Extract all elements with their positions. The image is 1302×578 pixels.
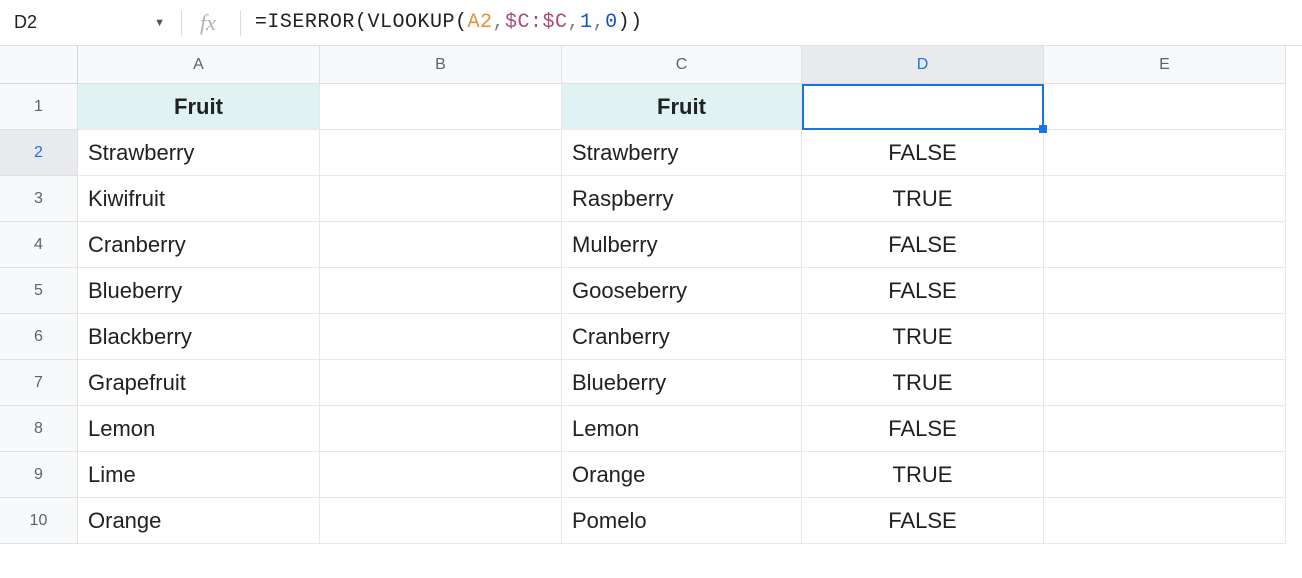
formula-bar: D2 ▼ fx =ISERROR(VLOOKUP(A2,$C:$C,1,0)) <box>0 0 1302 46</box>
divider <box>240 10 241 36</box>
cell-C3[interactable]: Raspberry <box>562 176 802 222</box>
spreadsheet-grid[interactable]: A B C D E 1 Fruit Fruit 2 Strawberry Str… <box>0 46 1302 544</box>
cell-E5[interactable] <box>1044 268 1286 314</box>
cell-C10[interactable]: Pomelo <box>562 498 802 544</box>
cell-C2[interactable]: Strawberry <box>562 130 802 176</box>
cell-C5[interactable]: Gooseberry <box>562 268 802 314</box>
cell-D7[interactable]: TRUE <box>802 360 1044 406</box>
cell-B2[interactable] <box>320 130 562 176</box>
cell-C9[interactable]: Orange <box>562 452 802 498</box>
row-header-8[interactable]: 8 <box>0 406 78 452</box>
row-header-7[interactable]: 7 <box>0 360 78 406</box>
cell-E9[interactable] <box>1044 452 1286 498</box>
cell-D1[interactable] <box>802 84 1044 130</box>
name-box[interactable]: D2 ▼ <box>0 0 175 45</box>
cell-D2[interactable]: FALSE <box>802 130 1044 176</box>
dropdown-icon[interactable]: ▼ <box>154 17 165 29</box>
cell-D8[interactable]: FALSE <box>802 406 1044 452</box>
cell-E7[interactable] <box>1044 360 1286 406</box>
cell-A4[interactable]: Cranberry <box>78 222 320 268</box>
cell-D3[interactable]: TRUE <box>802 176 1044 222</box>
cell-E2[interactable] <box>1044 130 1286 176</box>
cell-B3[interactable] <box>320 176 562 222</box>
cell-C1[interactable]: Fruit <box>562 84 802 130</box>
row-header-5[interactable]: 5 <box>0 268 78 314</box>
col-header-A[interactable]: A <box>78 46 320 84</box>
cell-B8[interactable] <box>320 406 562 452</box>
cell-B10[interactable] <box>320 498 562 544</box>
cell-D4[interactable]: FALSE <box>802 222 1044 268</box>
cell-D5[interactable]: FALSE <box>802 268 1044 314</box>
row-header-2[interactable]: 2 <box>0 130 78 176</box>
divider <box>181 10 182 36</box>
row-header-6[interactable]: 6 <box>0 314 78 360</box>
cell-C7[interactable]: Blueberry <box>562 360 802 406</box>
cell-A5[interactable]: Blueberry <box>78 268 320 314</box>
cell-A6[interactable]: Blackberry <box>78 314 320 360</box>
formula-input[interactable]: =ISERROR(VLOOKUP(A2,$C:$C,1,0)) <box>247 11 1302 34</box>
cell-D6[interactable]: TRUE <box>802 314 1044 360</box>
cell-C4[interactable]: Mulberry <box>562 222 802 268</box>
cell-E8[interactable] <box>1044 406 1286 452</box>
cell-B4[interactable] <box>320 222 562 268</box>
cell-D9[interactable]: TRUE <box>802 452 1044 498</box>
cell-B7[interactable] <box>320 360 562 406</box>
row-header-1[interactable]: 1 <box>0 84 78 130</box>
cell-C6[interactable]: Cranberry <box>562 314 802 360</box>
cell-A10[interactable]: Orange <box>78 498 320 544</box>
cell-A1[interactable]: Fruit <box>78 84 320 130</box>
cell-B5[interactable] <box>320 268 562 314</box>
row-header-3[interactable]: 3 <box>0 176 78 222</box>
cell-D10[interactable]: FALSE <box>802 498 1044 544</box>
cell-E3[interactable] <box>1044 176 1286 222</box>
row-header-9[interactable]: 9 <box>0 452 78 498</box>
cell-E6[interactable] <box>1044 314 1286 360</box>
row-header-10[interactable]: 10 <box>0 498 78 544</box>
col-header-E[interactable]: E <box>1044 46 1286 84</box>
cell-B9[interactable] <box>320 452 562 498</box>
cell-E4[interactable] <box>1044 222 1286 268</box>
cell-B1[interactable] <box>320 84 562 130</box>
name-box-value: D2 <box>14 12 146 33</box>
select-all-corner[interactable] <box>0 46 78 84</box>
cell-B6[interactable] <box>320 314 562 360</box>
cell-A9[interactable]: Lime <box>78 452 320 498</box>
cell-A7[interactable]: Grapefruit <box>78 360 320 406</box>
cell-A8[interactable]: Lemon <box>78 406 320 452</box>
cell-A3[interactable]: Kiwifruit <box>78 176 320 222</box>
cell-A2[interactable]: Strawberry <box>78 130 320 176</box>
cell-E10[interactable] <box>1044 498 1286 544</box>
cell-E1[interactable] <box>1044 84 1286 130</box>
col-header-B[interactable]: B <box>320 46 562 84</box>
cell-C8[interactable]: Lemon <box>562 406 802 452</box>
col-header-D[interactable]: D <box>802 46 1044 84</box>
col-header-C[interactable]: C <box>562 46 802 84</box>
fx-icon[interactable]: fx <box>188 10 234 36</box>
row-header-4[interactable]: 4 <box>0 222 78 268</box>
